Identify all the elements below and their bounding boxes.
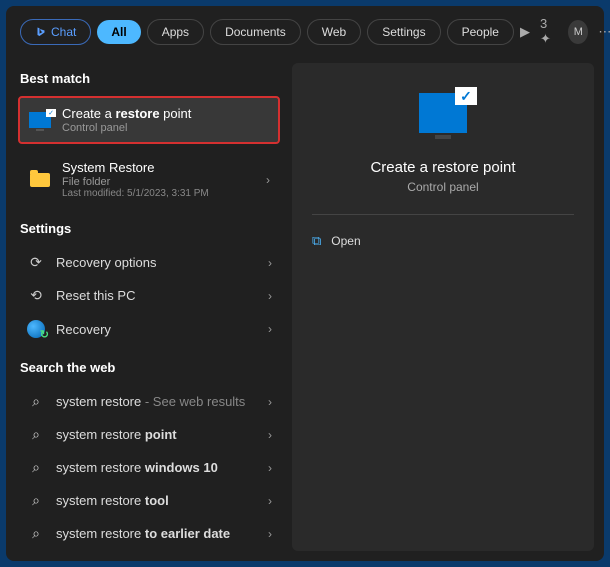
settings-recovery-options[interactable]: ⟳ Recovery options › [20, 246, 278, 279]
bing-small-icon [35, 26, 47, 38]
tab-all[interactable]: All [97, 20, 140, 44]
chevron-right-icon: › [268, 289, 272, 303]
item-label: Reset this PC [56, 288, 258, 303]
chevron-right-icon: › [268, 256, 272, 270]
main: Best match ✓ Create a restore point Cont… [6, 57, 604, 561]
item-label: system restore tool [56, 493, 258, 508]
result-title: Create a restore point [62, 106, 270, 121]
web-system-restore-earlier[interactable]: ⌕ system restore to earlier date › [20, 517, 278, 550]
result-subtitle: File folder [62, 176, 256, 188]
avatar[interactable]: M [568, 20, 588, 44]
open-label: Open [331, 234, 360, 248]
chat-tab[interactable]: Chat [20, 19, 91, 45]
topbar-right: ▶ 3 ✦ M ⋯ [520, 16, 610, 47]
tab-settings[interactable]: Settings [367, 19, 440, 45]
item-label: system restore point [56, 427, 258, 442]
chevron-right-icon: › [266, 173, 270, 187]
tab-web[interactable]: Web [307, 19, 361, 45]
web-system-restore-win10[interactable]: ⌕ system restore windows 10 › [20, 451, 278, 484]
search-icon: ⌕ [26, 459, 46, 476]
settings-recovery[interactable]: Recovery › [20, 312, 278, 346]
search-icon: ⌕ [26, 492, 46, 509]
search-window: Chat All Apps Documents Web Settings Peo… [6, 6, 604, 561]
item-label: system restore - See web results [56, 394, 258, 409]
item-label: system restore windows 10 [56, 460, 258, 475]
tab-people[interactable]: People [447, 19, 514, 45]
reset-pc-icon: ⟲ [26, 287, 46, 304]
best-match-heading: Best match [20, 71, 278, 86]
monitor-icon: ✓ [28, 108, 52, 132]
more-icon[interactable]: ⋯ [598, 24, 610, 40]
folder-icon [28, 168, 52, 192]
tab-documents[interactable]: Documents [210, 19, 301, 45]
preview-panel: ✓ Create a restore point Control panel ⧉… [292, 63, 594, 551]
result-title: System Restore [62, 160, 256, 175]
search-icon: ⌕ [26, 393, 46, 410]
web-system-restore-point[interactable]: ⌕ system restore point › [20, 418, 278, 451]
preview-title: Create a restore point [370, 159, 515, 176]
open-icon: ⧉ [312, 233, 321, 249]
item-label: Recovery [56, 322, 258, 337]
topbar: Chat All Apps Documents Web Settings Peo… [6, 6, 604, 57]
result-modified: Last modified: 5/1/2023, 3:31 PM [62, 188, 256, 199]
chevron-right-icon: › [268, 428, 272, 442]
settings-heading: Settings [20, 221, 278, 236]
tab-apps[interactable]: Apps [147, 19, 204, 45]
chevron-right-icon: › [268, 494, 272, 508]
search-web-heading: Search the web [20, 360, 278, 375]
recovery-options-icon: ⟳ [26, 254, 46, 271]
item-label: system restore to earlier date [56, 526, 258, 541]
result-create-restore-point[interactable]: ✓ Create a restore point Control panel [18, 96, 280, 144]
chevron-right-icon: › [268, 527, 272, 541]
result-system-restore-folder[interactable]: System Restore File folder Last modified… [20, 152, 278, 207]
search-icon: ⌕ [26, 426, 46, 443]
recovery-icon [26, 320, 46, 338]
chevron-right-icon: › [268, 461, 272, 475]
divider [312, 214, 574, 215]
play-icon[interactable]: ▶ [520, 24, 530, 40]
monitor-large-icon: ✓ [419, 93, 467, 133]
open-action[interactable]: ⧉ Open [312, 229, 574, 253]
item-label: Recovery options [56, 255, 258, 270]
chevron-right-icon: › [268, 322, 272, 336]
result-subtitle: Control panel [62, 122, 270, 134]
chevron-right-icon: › [268, 395, 272, 409]
search-icon: ⌕ [26, 525, 46, 542]
settings-reset-pc[interactable]: ⟲ Reset this PC › [20, 279, 278, 312]
chat-label: Chat [51, 25, 76, 39]
web-system-restore[interactable]: ⌕ system restore - See web results › [20, 385, 278, 418]
rewards-badge[interactable]: 3 ✦ [540, 16, 558, 47]
left-panel: Best match ✓ Create a restore point Cont… [6, 57, 292, 561]
preview-subtitle: Control panel [407, 180, 478, 194]
web-system-restore-tool[interactable]: ⌕ system restore tool › [20, 484, 278, 517]
